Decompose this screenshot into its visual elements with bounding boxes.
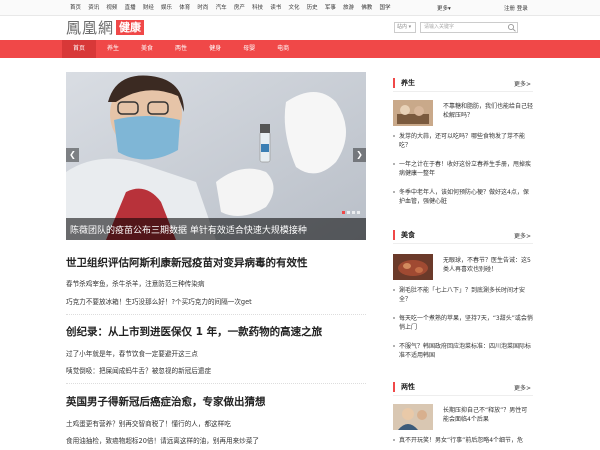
sidebar-featured-item[interactable]: 无眼球，不春节？医生告诫：这5类人再喜欢也别碰！ [393,254,533,280]
top-nav-item[interactable]: 国学 [379,4,390,12]
sidebar-featured-item[interactable]: 长期压抑自己不“释放”？男性可能会面临4个后果 [393,404,533,430]
sidebar-featured-text: 不靠糖和脂肪，我们也能给自己轻松解压吗？ [443,103,534,119]
top-nav-item[interactable]: 时尚 [197,4,208,12]
article-subline[interactable]: 土鸡蛋更有营养？别再交智商税了！懂行的人，都这样吃 [66,418,231,428]
top-nav-item[interactable]: 军事 [325,4,336,12]
sidebar-section-title[interactable]: 两性 [401,382,415,392]
hero-photo [66,72,366,240]
hero-caption[interactable]: 陈薇团队的疫苗公布三期数据 单针有效适合快速大规模接种 [66,218,366,240]
channel-nav-item[interactable]: 母婴 [232,40,266,58]
top-nav-item[interactable]: 房产 [234,4,245,12]
article-subline[interactable]: 春节杀鸡宰鱼，杀牛杀羊，注意防范三种传染病 [66,278,204,288]
sidebar-section-header: 两性 更多> [393,378,533,396]
top-nav-item[interactable]: 视频 [106,4,117,12]
logo-text: 鳳凰網 [66,18,115,37]
article-subline[interactable]: 食用油抽检，致癌物超标20倍！请远离这样的油，别再用来炒菜了 [66,435,259,445]
channel-nav-item[interactable]: 电商 [266,40,300,58]
sidebar-list-item[interactable]: 每天吃一个煮熟的苹果，坚持7天，“3甜头”或会悄悄上门 [393,314,533,332]
sidebar-list-item[interactable]: 不服气？韩国政府回应泡菜标准：四川泡菜国际标准不适用韩国 [393,342,533,360]
channel-nav-item[interactable]: 美食 [130,40,164,58]
article-subline[interactable]: 咦觉倒吸：把屎闻成蚂牛舌？被忽视的新冠后遗症 [66,365,211,375]
top-nav-item[interactable]: 首页 [70,4,81,12]
top-nav-item[interactable]: 汽车 [216,4,227,12]
channel-nav: 首页 养生 美食 两性 健身 母婴 电商 [0,40,600,58]
article-headline[interactable]: 创纪录：从上市到进医保仅 1 年，一款药物的高速之旅 [66,324,322,339]
hero-next-button[interactable]: ❯ [353,148,366,162]
article-subline[interactable]: 巧克力不要放冰箱！生巧没那么好！?个买巧克力的间隔一次get [66,296,252,306]
channel-nav-item[interactable]: 健身 [198,40,232,58]
sidebar-more-link[interactable]: 更多> [514,79,531,88]
sidebar-featured-text: 无眼球，不春节？医生告诫：这5类人再喜欢也别碰！ [443,257,531,273]
sidebar-list-item[interactable]: 涮毛肚不能「七上八下」？到底涮多长时间才安全？ [393,286,533,304]
hero-dot[interactable] [352,211,355,214]
sidebar-list-item[interactable]: 真不开玩笑！男女“行事”前后忽略4个细节，危 [393,436,533,445]
sidebar-list-item[interactable]: 一年之计在于春！收好这份立春养生手册，甩掉疾病健康一整年 [393,160,533,178]
top-nav-item[interactable]: 读书 [270,4,281,12]
sidebar-featured-text: 长期压抑自己不“释放”？男性可能会面临4个后果 [443,407,528,423]
sidebar-section-title[interactable]: 美食 [401,230,415,240]
top-nav-item[interactable]: 文化 [288,4,299,12]
sidebar-thumbnail [393,404,433,430]
top-nav: 首页 资讯 视频 直播 财经 娱乐 体育 时尚 汽车 房产 科技 读书 文化 历… [70,4,398,12]
channel-nav-item[interactable]: 养生 [96,40,130,58]
top-bar: 首页 资讯 视频 直播 财经 娱乐 体育 时尚 汽车 房产 科技 读书 文化 历… [0,0,600,16]
article-subline[interactable]: 过了小年就是年，春节饮食一定要避开这三点 [66,348,198,358]
login-links[interactable]: 注册 登录 [504,4,528,12]
sidebar-more-link[interactable]: 更多> [514,231,531,240]
top-nav-item[interactable]: 佛教 [361,4,372,12]
search-scope-select[interactable]: 站内 ▾ [394,22,416,33]
hero-slider[interactable]: ❮ ❯ 陈薇团队的疫苗公布三期数据 单针有效适合快速大规模接种 [66,72,366,240]
sidebar-more-link[interactable]: 更多> [514,383,531,392]
top-nav-item[interactable]: 资讯 [88,4,99,12]
sidebar-section-header: 美食 更多> [393,226,533,244]
top-nav-item[interactable]: 直播 [125,4,136,12]
article-divider [66,383,366,384]
sidebar-featured-item[interactable]: 不靠糖和脂肪，我们也能给自己轻松解压吗？ [393,100,533,126]
site-logo[interactable]: 鳳凰網 健康 [66,18,145,37]
hero-dot[interactable] [347,211,350,214]
top-nav-item[interactable]: 历史 [307,4,318,12]
sidebar-list-item[interactable]: 发芽的大蒜，还可以吃吗？哪些食物发了芽不能吃？ [393,132,533,150]
article-headline[interactable]: 世卫组织评估阿斯利康新冠疫苗对变异病毒的有效性 [66,255,308,270]
top-nav-item[interactable]: 娱乐 [161,4,172,12]
article-headline[interactable]: 英国男子得新冠后癌症治愈，专家做出猜想 [66,394,266,409]
sidebar-section-header: 养生 更多> [393,74,533,92]
search-input[interactable]: 请输入关键字 [420,22,518,33]
channel-nav-item[interactable]: 首页 [62,40,97,58]
hero-prev-button[interactable]: ❮ [66,148,79,162]
hero-pagination [342,211,360,214]
top-nav-item[interactable]: 旅游 [343,4,354,12]
hero-dot[interactable] [342,211,345,214]
hero-caption-text: 陈薇团队的疫苗公布三期数据 单针有效适合快速大规模接种 [70,226,307,236]
top-nav-item[interactable]: 财经 [143,4,154,12]
top-nav-more[interactable]: 更多▾ [437,4,451,12]
sidebar-section-title[interactable]: 养生 [401,78,415,88]
top-nav-item[interactable]: 体育 [179,4,190,12]
sidebar-thumbnail [393,254,433,280]
search-icon[interactable] [507,23,517,32]
sidebar-thumbnail [393,100,433,126]
sidebar-list-item[interactable]: 冬季中老年人，该如何预防心梗？做好这4点，保护血管，强健心脏 [393,188,533,206]
top-nav-item[interactable]: 科技 [252,4,263,12]
article-divider [66,314,366,315]
logo-channel-tag: 健康 [116,19,145,35]
channel-nav-item[interactable]: 两性 [164,40,198,58]
hero-dot[interactable] [357,211,360,214]
